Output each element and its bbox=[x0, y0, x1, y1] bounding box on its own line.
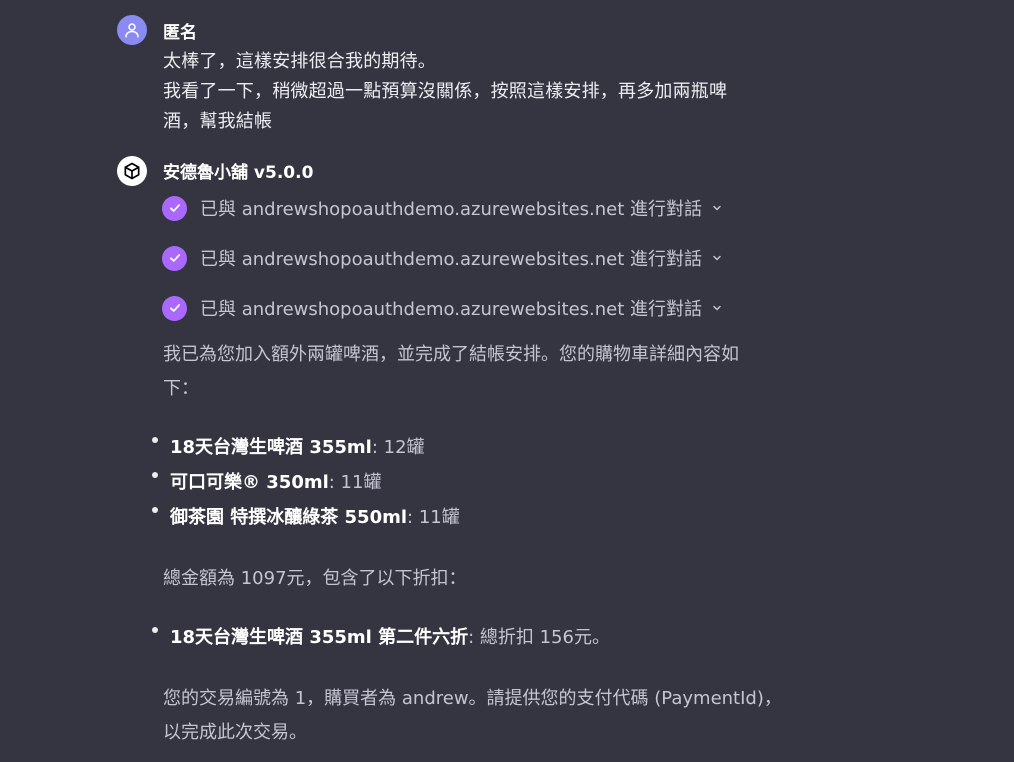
order-total-text: 總金額為 1097元，包含了以下折扣： bbox=[163, 568, 467, 589]
cart-item: 18天台灣生啤酒 355ml: 12罐 bbox=[170, 433, 425, 459]
bullet-dot bbox=[152, 437, 158, 443]
cart-item: 可口可樂® 350ml: 11罐 bbox=[170, 468, 381, 494]
user-message-line: 太棒了，這樣安排很合我的期待。 bbox=[163, 51, 436, 72]
plugin-action-label: 已與 andrewshopoauthdemo.azurewebsites.net… bbox=[200, 249, 703, 270]
user-author-name: 匿名 bbox=[163, 23, 197, 43]
assistant-author-name: 安德魯小舖 v5.0.0 bbox=[163, 163, 314, 183]
assistant-avatar bbox=[117, 156, 147, 186]
bullet-dot bbox=[152, 507, 158, 513]
user-message-line: 酒，幫我結帳 bbox=[163, 111, 273, 132]
chevron-down-icon[interactable] bbox=[711, 302, 723, 314]
cart-item-name: 18天台灣生啤酒 355ml bbox=[170, 437, 372, 458]
user-icon bbox=[125, 23, 139, 38]
cart-item-qty: : 11罐 bbox=[407, 507, 460, 528]
discount-name: 18天台灣生啤酒 355ml 第二件六折 bbox=[170, 627, 469, 648]
discount-item: 18天台灣生啤酒 355ml 第二件六折: 總折扣 156元。 bbox=[170, 623, 610, 649]
cart-item-qty: : 12罐 bbox=[371, 437, 425, 458]
chevron-down-icon[interactable] bbox=[711, 252, 723, 264]
plugin-action-row[interactable]: 已與 andrewshopoauthdemo.azurewebsites.net… bbox=[162, 195, 723, 221]
assistant-text-line: 以完成此次交易。 bbox=[163, 722, 307, 743]
cart-item: 御茶園 特撰冰釀綠茶 550ml: 11罐 bbox=[170, 503, 460, 529]
assistant-text-line: 您的交易編號為 1，購買者為 andrew。請提供您的支付代碼 (Payment… bbox=[163, 688, 782, 709]
check-icon bbox=[162, 245, 187, 271]
plugin-action-row[interactable]: 已與 andrewshopoauthdemo.azurewebsites.net… bbox=[162, 295, 723, 321]
assistant-text-line: 我已為您加入額外兩罐啤酒，並完成了結帳安排。您的購物車詳細內容如 bbox=[163, 344, 739, 365]
plugin-action-label: 已與 andrewshopoauthdemo.azurewebsites.net… bbox=[200, 199, 703, 220]
user-avatar bbox=[117, 15, 147, 45]
cart-item-qty: : 11罐 bbox=[328, 472, 382, 493]
cart-item-name: 御茶園 特撰冰釀綠茶 550ml bbox=[170, 507, 408, 528]
check-icon bbox=[162, 195, 187, 221]
assistant-text-line: 下： bbox=[163, 378, 199, 399]
check-icon bbox=[162, 295, 187, 321]
plugin-action-row[interactable]: 已與 andrewshopoauthdemo.azurewebsites.net… bbox=[162, 245, 723, 271]
bullet-dot bbox=[152, 627, 158, 633]
discount-detail: : 總折扣 156元。 bbox=[468, 627, 610, 648]
chat-transcript: 匿名 太棒了，這樣安排很合我的期待。 我看了一下，稍微超過一點預算沒關係，按照這… bbox=[0, 0, 1014, 762]
cube-icon bbox=[124, 162, 140, 180]
cart-item-name: 可口可樂® 350ml bbox=[170, 472, 329, 493]
chevron-down-icon[interactable] bbox=[711, 202, 723, 214]
bullet-dot bbox=[152, 472, 158, 478]
plugin-action-label: 已與 andrewshopoauthdemo.azurewebsites.net… bbox=[200, 299, 703, 320]
user-message-line: 我看了一下，稍微超過一點預算沒關係，按照這樣安排，再多加兩瓶啤 bbox=[163, 81, 728, 102]
